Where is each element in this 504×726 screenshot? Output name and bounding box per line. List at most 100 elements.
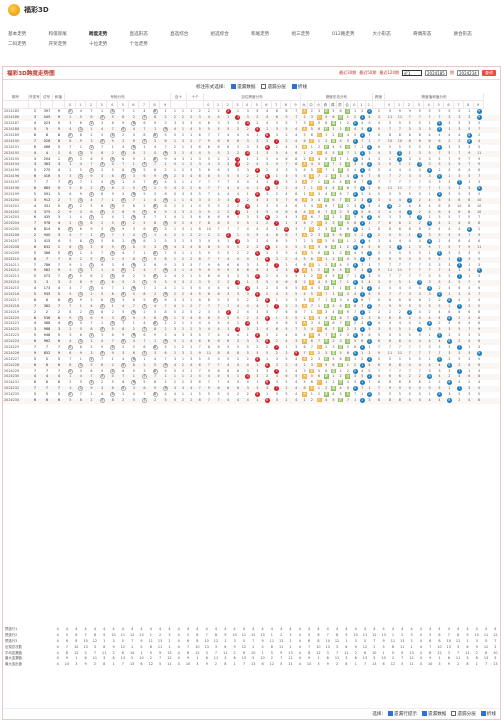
zone1-cell: 5 — [164, 398, 167, 403]
nav-link[interactable]: 基本走势 — [8, 30, 49, 40]
period-select[interactable]: 近1 — [402, 70, 422, 76]
stats-block: 预选行1 4 4 4 4 4 4 4 4 4 4 4 4 4 4 4 4 4 4 4 4 4 4 4 4 4 4 4 4 4 4 4 4 4 4 4 4… — [3, 627, 500, 668]
zone4-cell: 7 — [217, 398, 220, 403]
zone1-cell: 7 — [141, 398, 147, 404]
zone5-cell: 4 — [325, 398, 328, 403]
stats-cell: 2 — [93, 662, 96, 667]
zone5-col: 质 — [336, 101, 344, 110]
recent-30-link[interactable]: 最近30期 — [339, 70, 356, 76]
query-button[interactable]: 查询 — [482, 70, 496, 76]
zone3-header: 十个 — [187, 93, 204, 102]
nav-link[interactable]: 个位走势 — [130, 40, 171, 50]
footer-opt1[interactable]: 遗漏行提示 — [388, 711, 417, 717]
zone5-col: 大 — [300, 101, 308, 110]
stats-cell: 13 — [372, 662, 377, 667]
zone5-cell: 7 — [346, 398, 349, 403]
footer-label: 选择: — [372, 712, 384, 717]
zone5-cell: 3 — [368, 398, 371, 403]
zone7-num: 5 — [434, 101, 445, 110]
zone5-cells: 12小45质7113 — [301, 398, 373, 404]
missing-label: 遗漏数据 — [237, 84, 256, 90]
missing-option[interactable]: 遗漏数据 — [231, 83, 256, 90]
nav-link[interactable]: 直选综合 — [170, 30, 211, 40]
logo-icon — [8, 4, 20, 16]
zone7-cell: 4 — [438, 398, 441, 403]
sum-header: 和值 — [53, 93, 65, 102]
sum-cell: 6 — [57, 398, 61, 403]
zone1-num: 1 — [75, 101, 87, 110]
stats-row: 最大连出值 4 10 3 9 2 8 1 7 13 6 12 5 11 4 10 3 9 2 8 1 7 13 6 12 5 11 4… — [3, 662, 500, 668]
nav-link[interactable]: 质合形态 — [454, 30, 495, 40]
zone4-cell: 1 — [256, 398, 259, 403]
zone5-cell: 小 — [316, 398, 322, 403]
zone1-cell: 2 — [153, 398, 157, 403]
stats-cell: 7 — [121, 662, 124, 667]
nav-link[interactable]: 跨度走势 — [89, 30, 130, 40]
zone5-col: 1 — [358, 101, 366, 110]
zone7-cells: 8844446246 — [385, 398, 484, 404]
zone1-num: 6 — [128, 101, 140, 110]
nav-link[interactable]: 和值际尾 — [49, 30, 90, 40]
nav-link[interactable]: 开奖走势 — [49, 40, 90, 50]
nav-link[interactable]: 大小形态 — [373, 30, 414, 40]
zone1-cells: 5 8 2 3 8 2 5 7 2 5 — [65, 398, 171, 404]
stats-cell: 6 — [140, 662, 143, 667]
split-label: 遗漏分层 — [267, 84, 286, 90]
sub-blank — [3, 101, 29, 110]
from-input[interactable]: 2024185 — [425, 70, 447, 76]
stats-cell: 4 — [419, 662, 422, 667]
nav-link[interactable]: 组选综合 — [211, 30, 252, 40]
nav-link[interactable]: 十位走势 — [89, 40, 130, 50]
polyline-option[interactable]: 折线 — [291, 83, 307, 90]
subheader-row: 01234567890123456789大中小奇偶质合0120123456789 — [3, 101, 500, 110]
footer-opt2[interactable]: 遗漏数据 — [422, 711, 446, 717]
stats-cell: 2 — [214, 662, 218, 667]
nav-link[interactable]: 012路走势 — [332, 30, 373, 40]
zone5-cell: 1 — [303, 398, 306, 403]
stats-cell: 1 — [354, 662, 357, 667]
zone1-num: 7 — [139, 101, 150, 110]
split-option[interactable]: 遗漏分层 — [261, 83, 286, 90]
sub-blank — [372, 101, 385, 110]
sub-blank — [29, 101, 41, 110]
zone7-cell: 6 — [446, 398, 452, 404]
zone4-header: 百位跨度分布 — [204, 93, 301, 102]
header-row: 期号 开奖号码 试号 和值 号码分布 百十 十个 百位跨度分布 跨度形态分布 跨… — [3, 93, 500, 102]
footer-opt3[interactable]: 遗漏分层 — [451, 711, 476, 717]
zone5-col: 偶 — [329, 101, 337, 110]
zone5-col: 中 — [308, 101, 316, 110]
stats-cell: 4 — [298, 662, 301, 667]
recent-120-link[interactable]: 最近120期 — [379, 70, 399, 76]
brand-name: 福彩3D — [24, 6, 49, 14]
sub-blank — [41, 101, 53, 110]
zone4-cells: 7 7 4 4 4 163 2 4 — [204, 398, 301, 404]
footer-opt3-label: 遗漏分层 — [457, 712, 476, 717]
stats-cell: 5 — [159, 662, 162, 667]
option-bar: 标注形式选择: 遗漏数据 遗漏分层 折线 — [3, 80, 500, 93]
stats-cell: 9 — [84, 662, 87, 667]
zone4-num: 0 — [203, 101, 214, 110]
zone2-cells: 52 — [173, 398, 185, 403]
zone7-cell: 8 — [388, 398, 392, 403]
stats-cell: 12 — [269, 662, 274, 667]
zone7-num: 6 — [444, 101, 454, 110]
zone5-col: 0 — [351, 101, 359, 110]
zone4-cell: 7 — [207, 398, 210, 403]
zone1-num: 5 — [117, 101, 129, 110]
nav-link[interactable]: 二码走势 — [8, 40, 49, 50]
sub-blank — [170, 101, 187, 110]
stats-cell: 10 — [306, 662, 312, 667]
footer-opt4[interactable]: 折线 — [480, 711, 496, 717]
zone4-num: 5 — [252, 101, 263, 110]
nav-link[interactable]: 奇偶形态 — [413, 30, 454, 40]
to-input[interactable]: 2024234 — [457, 70, 479, 76]
nav-link[interactable]: 直选形态 — [130, 30, 171, 40]
recent-50-link[interactable]: 最近50期 — [359, 70, 376, 76]
zone7-num: 7 — [453, 101, 464, 110]
stats-cell: 8 — [103, 662, 106, 667]
stats-cell: 3 — [317, 662, 320, 667]
nav-link[interactable]: 和尾走势 — [251, 30, 292, 40]
nav-link[interactable]: 组三走势 — [292, 30, 333, 40]
zone7-num: 4 — [424, 101, 435, 110]
zone7-num: 0 — [384, 101, 395, 110]
